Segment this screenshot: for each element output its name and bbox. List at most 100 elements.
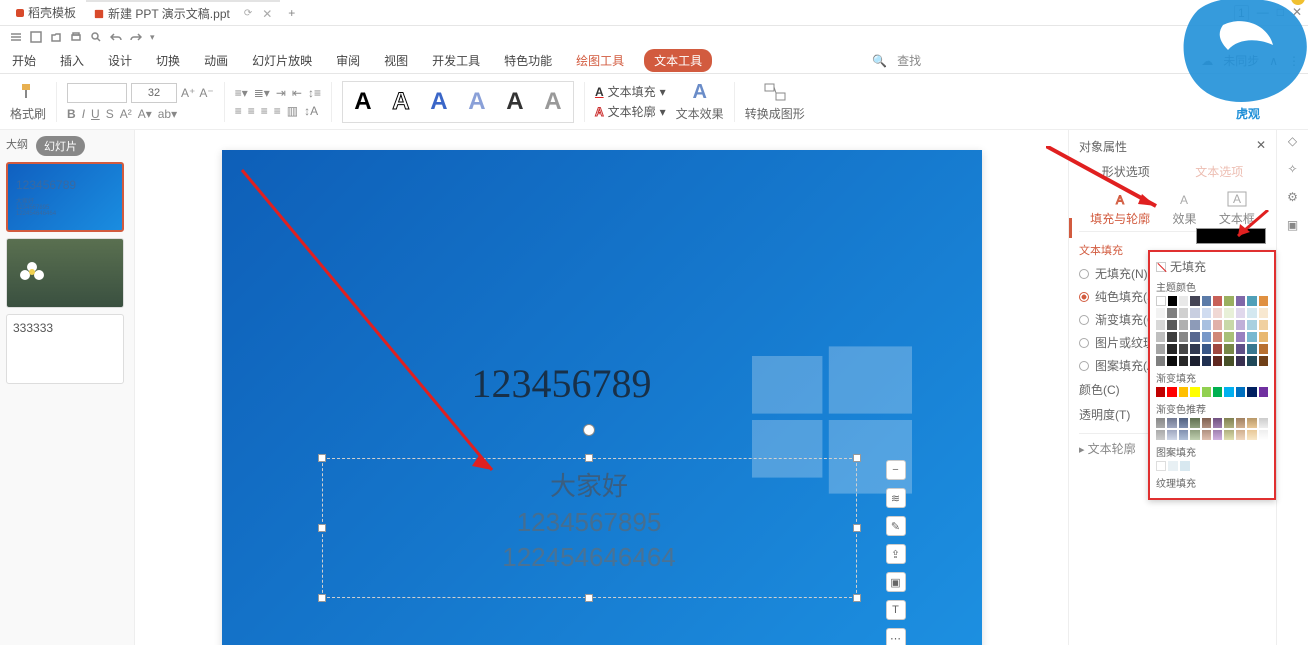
search-icon[interactable]: 🔍 (872, 54, 887, 68)
menu-texttools[interactable]: 文本工具 (644, 49, 712, 72)
menu-devtools[interactable]: 开发工具 (428, 50, 484, 71)
menu-special[interactable]: 特色功能 (500, 50, 556, 71)
align-right-icon[interactable]: ≡ (261, 104, 268, 118)
text-style-gallery[interactable]: A A A A A A (342, 81, 574, 123)
indent-inc-icon[interactable]: ⇥ (276, 86, 286, 100)
rotate-handle[interactable] (583, 424, 595, 436)
color-swatch-item[interactable] (1213, 296, 1222, 306)
color-swatch-item[interactable] (1202, 296, 1211, 306)
menu-slideshow[interactable]: 幻灯片放映 (248, 50, 316, 71)
format-brush-button[interactable]: 格式刷 (10, 81, 46, 122)
ft-text-icon[interactable]: T (886, 600, 906, 620)
ft-brush-icon[interactable]: ✎ (886, 516, 906, 536)
strip-clipart-icon[interactable]: ✧ (1287, 162, 1297, 176)
text-dir-icon[interactable]: ↕A (304, 104, 318, 118)
minimize-icon[interactable]: — (1257, 5, 1269, 21)
text-style-4[interactable]: A (459, 84, 495, 120)
sel-handle[interactable] (318, 594, 326, 602)
color-swatch[interactable] (1196, 228, 1266, 244)
text-style-6[interactable]: A (535, 84, 571, 120)
menu-icon[interactable] (10, 31, 22, 43)
columns-icon[interactable]: ▥ (287, 104, 298, 118)
preview-icon[interactable] (90, 31, 102, 43)
tab-templates[interactable]: 稻壳模板 (6, 1, 86, 24)
tab-text-options[interactable]: 文本选项 (1195, 163, 1243, 180)
color-swatch-item[interactable] (1259, 296, 1268, 306)
color-swatch-item[interactable] (1247, 296, 1256, 306)
row-color[interactable]: 颜色(C) (1079, 381, 1120, 398)
ft-layers-icon[interactable]: ≋ (886, 488, 906, 508)
menu-transition[interactable]: 切换 (152, 50, 184, 71)
color-swatch-item[interactable] (1236, 296, 1245, 306)
text-style-5[interactable]: A (497, 84, 533, 120)
slide[interactable]: 123456789 大家好 1234567895 122454646464 (222, 150, 982, 645)
slide-thumb-3[interactable]: 333333 (6, 314, 124, 384)
slide-thumb-1[interactable]: 123456789 大家好 1234567895 122454646464 (6, 162, 124, 232)
ric-fill-outline[interactable]: A 填充与轮廓 (1090, 190, 1150, 227)
font-grow-icon[interactable]: A⁺ (181, 86, 195, 100)
numbering-icon[interactable]: ≣▾ (254, 86, 270, 100)
menu-start[interactable]: 开始 (8, 50, 40, 71)
font-color-icon[interactable]: A▾ (138, 107, 152, 121)
sel-handle[interactable] (318, 454, 326, 462)
close-tab-icon[interactable]: ✕ (262, 7, 272, 21)
sel-handle[interactable] (853, 594, 861, 602)
align-justify-icon[interactable]: ≡ (274, 104, 281, 118)
selected-textbox[interactable]: 大家好 1234567895 122454646464 (322, 458, 857, 598)
ft-crop-icon[interactable]: ▣ (886, 572, 906, 592)
text-style-1[interactable]: A (345, 84, 381, 120)
indent-dec-icon[interactable]: ⇤ (292, 86, 302, 100)
align-center-icon[interactable]: ≡ (248, 104, 255, 118)
underline-icon[interactable]: U (91, 107, 100, 121)
sel-handle[interactable] (585, 454, 593, 462)
text-style-2[interactable]: A (383, 84, 419, 120)
ric-textbox[interactable]: A 文本框 (1219, 190, 1255, 227)
slide-thumb-2[interactable] (6, 238, 124, 308)
menu-collapse-icon[interactable]: ∧ (1269, 54, 1278, 68)
line-spacing-icon[interactable]: ↕≡ (308, 86, 321, 100)
ft-more-icon[interactable]: ⋯ (886, 628, 906, 645)
color-swatch-item[interactable] (1190, 296, 1199, 306)
redo-icon[interactable] (130, 31, 142, 43)
font-size-input[interactable]: 32 (131, 83, 177, 103)
tab-shape-options[interactable]: 形状选项 (1102, 163, 1150, 180)
italic-icon[interactable]: I (82, 107, 85, 121)
text-style-3[interactable]: A (421, 84, 457, 120)
popup-no-fill[interactable]: 无填充 (1156, 258, 1268, 275)
text-fill-button[interactable]: A文本填充▾ (595, 83, 666, 100)
menu-drawing[interactable]: 绘图工具 (572, 50, 628, 71)
slide-title-text[interactable]: 123456789 (472, 360, 652, 407)
search-label[interactable]: 查找 (897, 52, 921, 69)
tab-document[interactable]: 新建 PPT 演示文稿.ppt ⟳ ✕ (86, 0, 280, 25)
print-icon[interactable] (70, 31, 82, 43)
qat-dropdown-icon[interactable]: ▾ (150, 32, 155, 43)
open-icon[interactable] (50, 31, 62, 43)
color-swatch-item[interactable] (1156, 296, 1166, 306)
bold-icon[interactable]: B (67, 107, 76, 121)
align-left-icon[interactable]: ≡ (235, 104, 242, 118)
menu-design[interactable]: 设计 (104, 50, 136, 71)
strip-ai-icon[interactable]: ⚙ (1287, 190, 1298, 204)
font-shrink-icon[interactable]: A⁻ (199, 86, 213, 100)
menu-insert[interactable]: 插入 (56, 50, 88, 71)
bullets-icon[interactable]: ≡▾ (235, 86, 248, 100)
sel-handle[interactable] (318, 524, 326, 532)
row-transparency[interactable]: 透明度(T) (1079, 406, 1130, 423)
highlight-icon[interactable]: ab▾ (158, 107, 177, 121)
font-family-select[interactable] (67, 83, 127, 103)
text-effect-button[interactable]: A 文本效果 (676, 81, 724, 122)
sel-handle[interactable] (585, 594, 593, 602)
menu-animation[interactable]: 动画 (200, 50, 232, 71)
text-outline-button[interactable]: A文本轮廓▾ (595, 103, 666, 120)
superscript-icon[interactable]: A² (120, 107, 132, 121)
undo-icon[interactable] (110, 31, 122, 43)
sel-handle[interactable] (853, 524, 861, 532)
tab-slides[interactable]: 幻灯片 (36, 136, 85, 156)
strip-layers-icon[interactable]: ▣ (1287, 218, 1298, 232)
ft-minus-icon[interactable]: − (886, 460, 906, 480)
tab-sync-icon[interactable]: ⟳ (244, 8, 252, 19)
new-tab-button[interactable]: + (280, 6, 303, 20)
menu-more-icon[interactable]: ⋮ (1288, 54, 1300, 68)
strip-templates-icon[interactable]: ◇ (1288, 134, 1297, 148)
menu-review[interactable]: 审阅 (332, 50, 364, 71)
